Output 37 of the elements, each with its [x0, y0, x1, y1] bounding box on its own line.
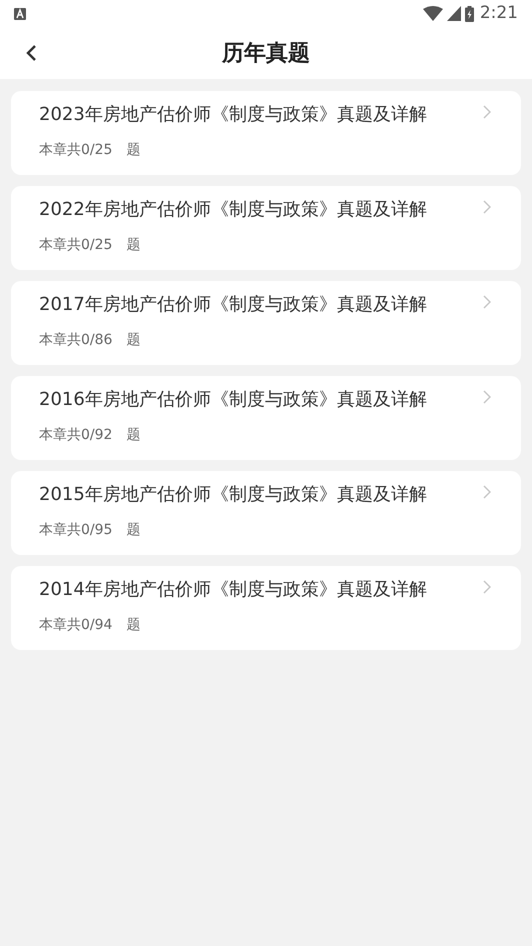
question-count: 本章共0/94 — [39, 616, 112, 635]
question-unit: 题 — [126, 521, 140, 540]
question-count: 本章共0/25 — [39, 141, 112, 160]
paper-title: 2014年房地产估价师《制度与政策》真题及详解 — [39, 578, 427, 602]
paper-card[interactable]: 2017年房地产估价师《制度与政策》真题及详解 本章共0/86 题 — [11, 281, 521, 365]
paper-title: 2017年房地产估价师《制度与政策》真题及详解 — [39, 293, 427, 317]
question-count: 本章共0/86 — [39, 331, 112, 350]
notification-icon — [14, 8, 26, 20]
status-time: 2:21 — [480, 2, 518, 25]
paper-card[interactable]: 2014年房地产估价师《制度与政策》真题及详解 本章共0/94 题 — [11, 566, 521, 650]
question-count: 本章共0/92 — [39, 426, 112, 445]
question-count: 本章共0/25 — [39, 236, 112, 255]
question-unit: 题 — [126, 426, 140, 445]
paper-title: 2015年房地产估价师《制度与政策》真题及详解 — [39, 483, 427, 507]
back-icon — [26, 44, 36, 62]
signal-icon — [446, 6, 461, 21]
paper-card[interactable]: 2023年房地产估价师《制度与政策》真题及详解 本章共0/25 题 — [11, 91, 521, 175]
chevron-right-icon — [483, 200, 491, 214]
question-unit: 题 — [126, 616, 140, 635]
battery-icon — [464, 6, 474, 22]
question-unit: 题 — [126, 331, 140, 350]
chevron-right-icon — [483, 295, 491, 309]
paper-title: 2023年房地产估价师《制度与政策》真题及详解 — [39, 103, 427, 127]
question-unit: 题 — [126, 236, 140, 255]
chevron-right-icon — [483, 105, 491, 119]
paper-card[interactable]: 2022年房地产估价师《制度与政策》真题及详解 本章共0/25 题 — [11, 186, 521, 270]
chevron-right-icon — [483, 485, 491, 499]
paper-card[interactable]: 2015年房地产估价师《制度与政策》真题及详解 本章共0/95 题 — [11, 471, 521, 555]
chevron-right-icon — [483, 580, 491, 594]
question-count: 本章共0/95 — [39, 521, 112, 540]
chevron-right-icon — [483, 390, 491, 404]
paper-title: 2016年房地产估价师《制度与政策》真题及详解 — [39, 388, 427, 412]
paper-title: 2022年房地产估价师《制度与政策》真题及详解 — [39, 198, 427, 222]
wifi-icon — [422, 6, 443, 21]
question-unit: 题 — [126, 141, 140, 160]
paper-card[interactable]: 2016年房地产估价师《制度与政策》真题及详解 本章共0/92 题 — [11, 376, 521, 460]
page-title: 历年真题 — [222, 40, 310, 68]
